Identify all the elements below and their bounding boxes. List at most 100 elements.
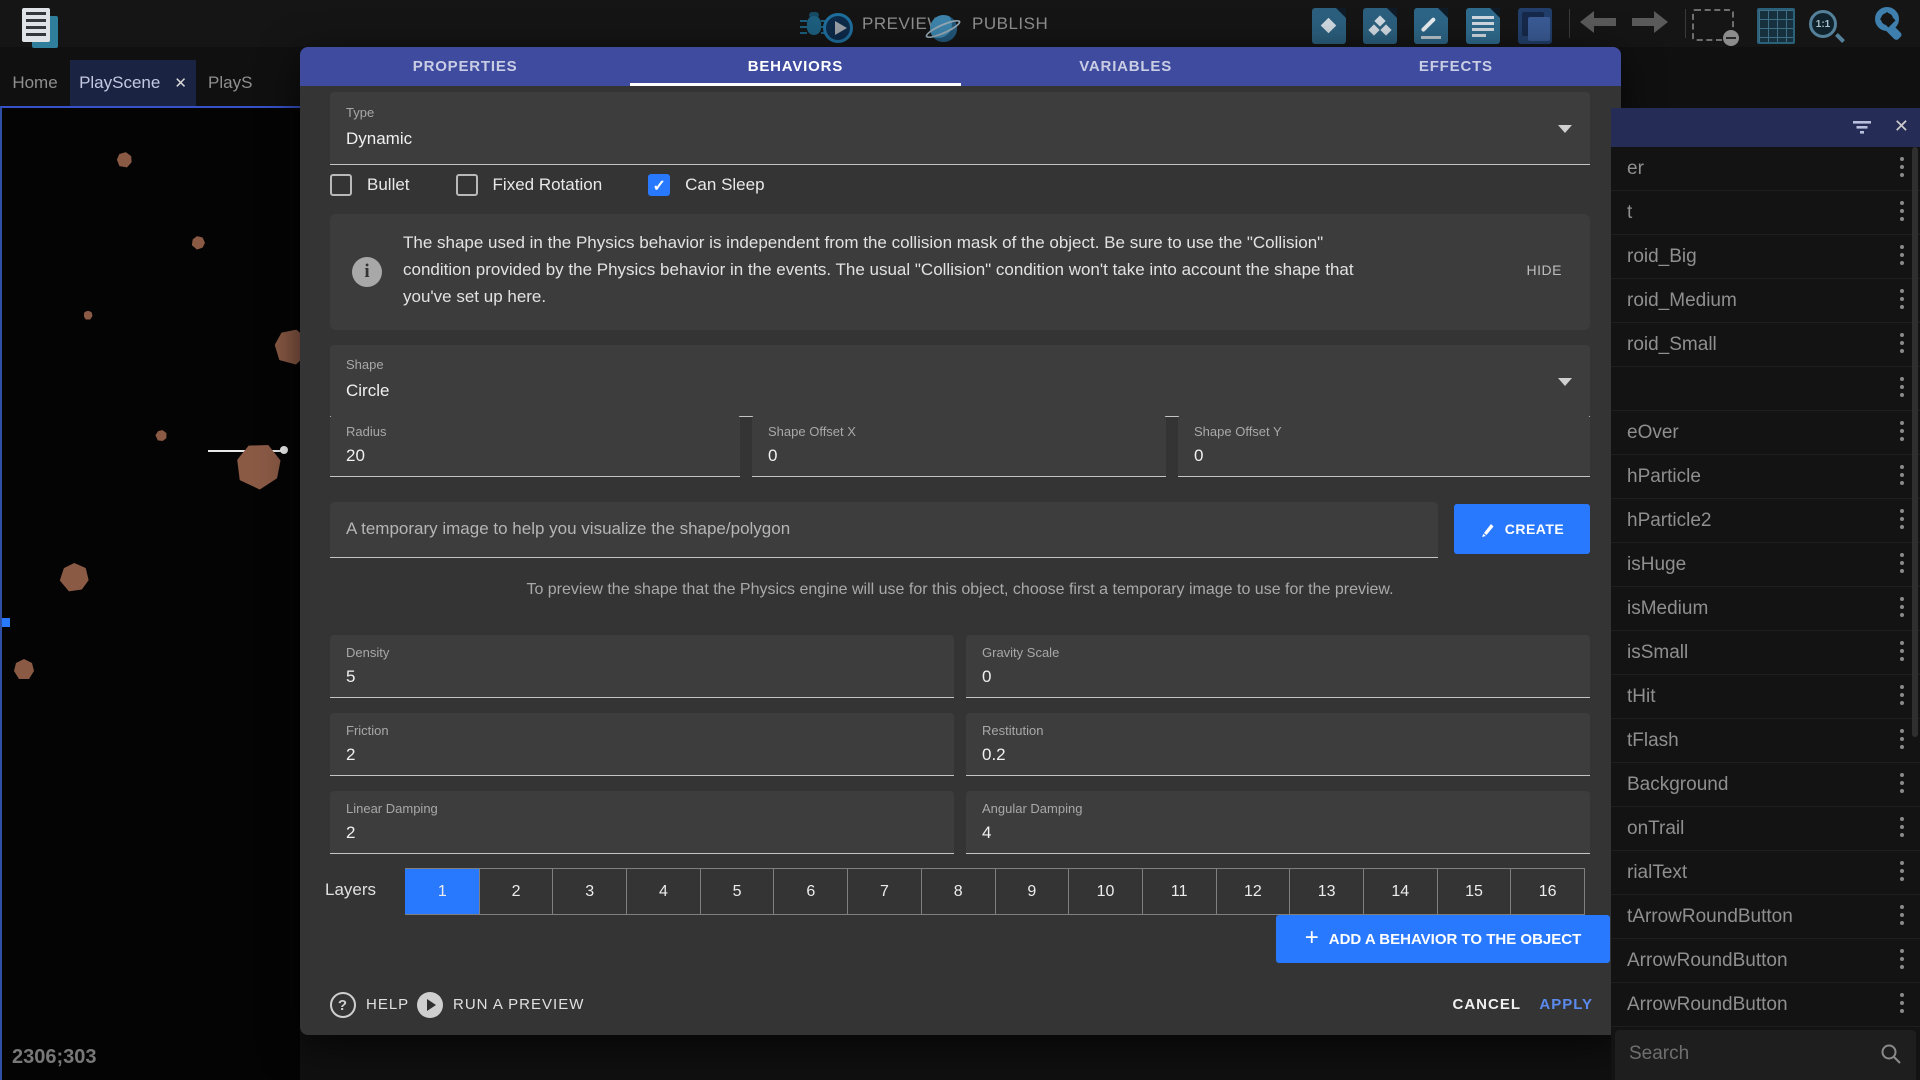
- layer-button-15[interactable]: 15: [1437, 869, 1511, 914]
- object-list-item[interactable]: rialText: [1611, 851, 1920, 895]
- dialog-tab-behaviors[interactable]: BEHAVIORS: [630, 47, 960, 86]
- filter-icon[interactable]: [1852, 119, 1872, 135]
- asteroid-object[interactable]: [271, 325, 300, 367]
- field-shape-offset-y[interactable]: Shape Offset Y0: [1178, 415, 1590, 477]
- object-list-item[interactable]: Background: [1611, 763, 1920, 807]
- scene-objects-icon[interactable]: [1312, 8, 1346, 44]
- publish-planet-icon[interactable]: [930, 15, 957, 42]
- row-menu-icon[interactable]: [1900, 245, 1904, 265]
- field-radius[interactable]: Radius20: [330, 415, 740, 477]
- row-menu-icon[interactable]: [1900, 597, 1904, 617]
- checkbox-fixed-rotation[interactable]: Fixed Rotation: [456, 174, 603, 196]
- row-menu-icon[interactable]: [1900, 201, 1904, 221]
- object-list-item[interactable]: [1611, 367, 1920, 411]
- asteroid-object[interactable]: [14, 659, 34, 679]
- field-gravity-scale[interactable]: Gravity Scale0: [966, 635, 1590, 698]
- temp-image-field[interactable]: A temporary image to help you visualize …: [330, 502, 1438, 558]
- panel-scrollbar[interactable]: [1912, 147, 1918, 737]
- layer-button-8[interactable]: 8: [921, 869, 995, 914]
- layer-button-4[interactable]: 4: [626, 869, 700, 914]
- redo-icon[interactable]: [1630, 9, 1670, 39]
- tab-playscene-2[interactable]: PlayS: [196, 60, 300, 106]
- asteroid-object[interactable]: [55, 557, 94, 596]
- object-list-item[interactable]: ArrowRoundButton: [1611, 939, 1920, 983]
- dialog-tab-effects[interactable]: EFFECTS: [1291, 47, 1621, 86]
- layer-button-1[interactable]: 1: [405, 869, 479, 914]
- tab-playscene[interactable]: PlayScene✕: [70, 60, 196, 106]
- object-list-item[interactable]: isHuge: [1611, 543, 1920, 587]
- layers-panel-icon[interactable]: [1518, 8, 1552, 44]
- object-list-item[interactable]: roid_Small: [1611, 323, 1920, 367]
- add-behavior-button[interactable]: + ADD A BEHAVIOR TO THE OBJECT: [1276, 915, 1610, 963]
- field-shape-offset-x[interactable]: Shape Offset X0: [752, 415, 1166, 477]
- dialog-tab-variables[interactable]: VARIABLES: [961, 47, 1291, 86]
- row-menu-icon[interactable]: [1900, 289, 1904, 309]
- field-linear-damping[interactable]: Linear Damping2: [330, 791, 954, 854]
- objects-groups-icon[interactable]: [1363, 8, 1397, 44]
- scene-canvas[interactable]: 2306;303: [0, 106, 300, 1080]
- layer-button-14[interactable]: 14: [1363, 869, 1437, 914]
- grid-icon[interactable]: [1757, 8, 1795, 44]
- tab-home[interactable]: Home: [0, 60, 70, 106]
- asteroid-object[interactable]: [154, 428, 169, 443]
- object-list-item[interactable]: roid_Medium: [1611, 279, 1920, 323]
- row-menu-icon[interactable]: [1900, 817, 1904, 837]
- search-input[interactable]: Search: [1615, 1030, 1916, 1080]
- settings-wrench-icon[interactable]: [1874, 6, 1912, 44]
- object-list-item[interactable]: isMedium: [1611, 587, 1920, 631]
- run-preview-button[interactable]: RUN A PREVIEW: [417, 982, 584, 1027]
- asteroid-object[interactable]: [84, 311, 93, 320]
- preview-play-icon[interactable]: [823, 13, 853, 43]
- row-menu-icon[interactable]: [1900, 157, 1904, 177]
- layer-button-6[interactable]: 6: [773, 869, 847, 914]
- object-list-item[interactable]: roid_Big: [1611, 235, 1920, 279]
- capture-selection-icon[interactable]: [1692, 9, 1734, 41]
- row-menu-icon[interactable]: [1900, 685, 1904, 705]
- asteroid-object[interactable]: [115, 150, 132, 167]
- apply-button[interactable]: APPLY: [1539, 982, 1593, 1027]
- edit-properties-icon[interactable]: [1414, 8, 1448, 44]
- row-menu-icon[interactable]: [1900, 553, 1904, 573]
- help-button[interactable]: ? HELP: [330, 982, 409, 1027]
- object-list-item[interactable]: eOver: [1611, 411, 1920, 455]
- row-menu-icon[interactable]: [1900, 729, 1904, 749]
- row-menu-icon[interactable]: [1900, 861, 1904, 881]
- layer-button-5[interactable]: 5: [700, 869, 774, 914]
- layer-button-9[interactable]: 9: [995, 869, 1069, 914]
- object-list-item[interactable]: hParticle: [1611, 455, 1920, 499]
- checkbox-can-sleep[interactable]: ✓Can Sleep: [648, 174, 764, 196]
- layer-button-11[interactable]: 11: [1142, 869, 1216, 914]
- close-tab-icon[interactable]: ✕: [174, 61, 187, 106]
- layer-button-10[interactable]: 10: [1068, 869, 1142, 914]
- object-list-item[interactable]: er: [1611, 147, 1920, 191]
- object-list-item[interactable]: tHit: [1611, 675, 1920, 719]
- row-menu-icon[interactable]: [1900, 509, 1904, 529]
- object-list-item[interactable]: hParticle2: [1611, 499, 1920, 543]
- object-list-item[interactable]: isSmall: [1611, 631, 1920, 675]
- layer-button-2[interactable]: 2: [479, 869, 553, 914]
- layer-button-7[interactable]: 7: [847, 869, 921, 914]
- publish-button[interactable]: PUBLISH: [972, 0, 1048, 47]
- checkbox-bullet[interactable]: Bullet: [330, 174, 410, 196]
- object-list-item[interactable]: onTrail: [1611, 807, 1920, 851]
- project-manager-icon[interactable]: [14, 4, 58, 50]
- instances-list-icon[interactable]: [1466, 8, 1500, 44]
- row-menu-icon[interactable]: [1900, 905, 1904, 925]
- zoom-one-to-one-icon[interactable]: 1:1: [1806, 8, 1846, 46]
- field-restitution[interactable]: Restitution0.2: [966, 713, 1590, 776]
- row-menu-icon[interactable]: [1900, 949, 1904, 969]
- field-angular-damping[interactable]: Angular Damping4: [966, 791, 1590, 854]
- layer-button-16[interactable]: 16: [1510, 869, 1584, 914]
- row-menu-icon[interactable]: [1900, 641, 1904, 661]
- asteroid-object[interactable]: [230, 436, 288, 494]
- object-list-item[interactable]: tArrowRoundButton: [1611, 895, 1920, 939]
- row-menu-icon[interactable]: [1900, 421, 1904, 441]
- row-menu-icon[interactable]: [1900, 333, 1904, 353]
- close-panel-icon[interactable]: ✕: [1894, 116, 1909, 137]
- field-friction[interactable]: Friction2: [330, 713, 954, 776]
- hide-button[interactable]: HIDE: [1527, 262, 1562, 278]
- field-density[interactable]: Density5: [330, 635, 954, 698]
- type-dropdown[interactable]: Type Dynamic: [330, 92, 1590, 165]
- asteroid-object[interactable]: [189, 233, 207, 251]
- object-list-item[interactable]: t: [1611, 191, 1920, 235]
